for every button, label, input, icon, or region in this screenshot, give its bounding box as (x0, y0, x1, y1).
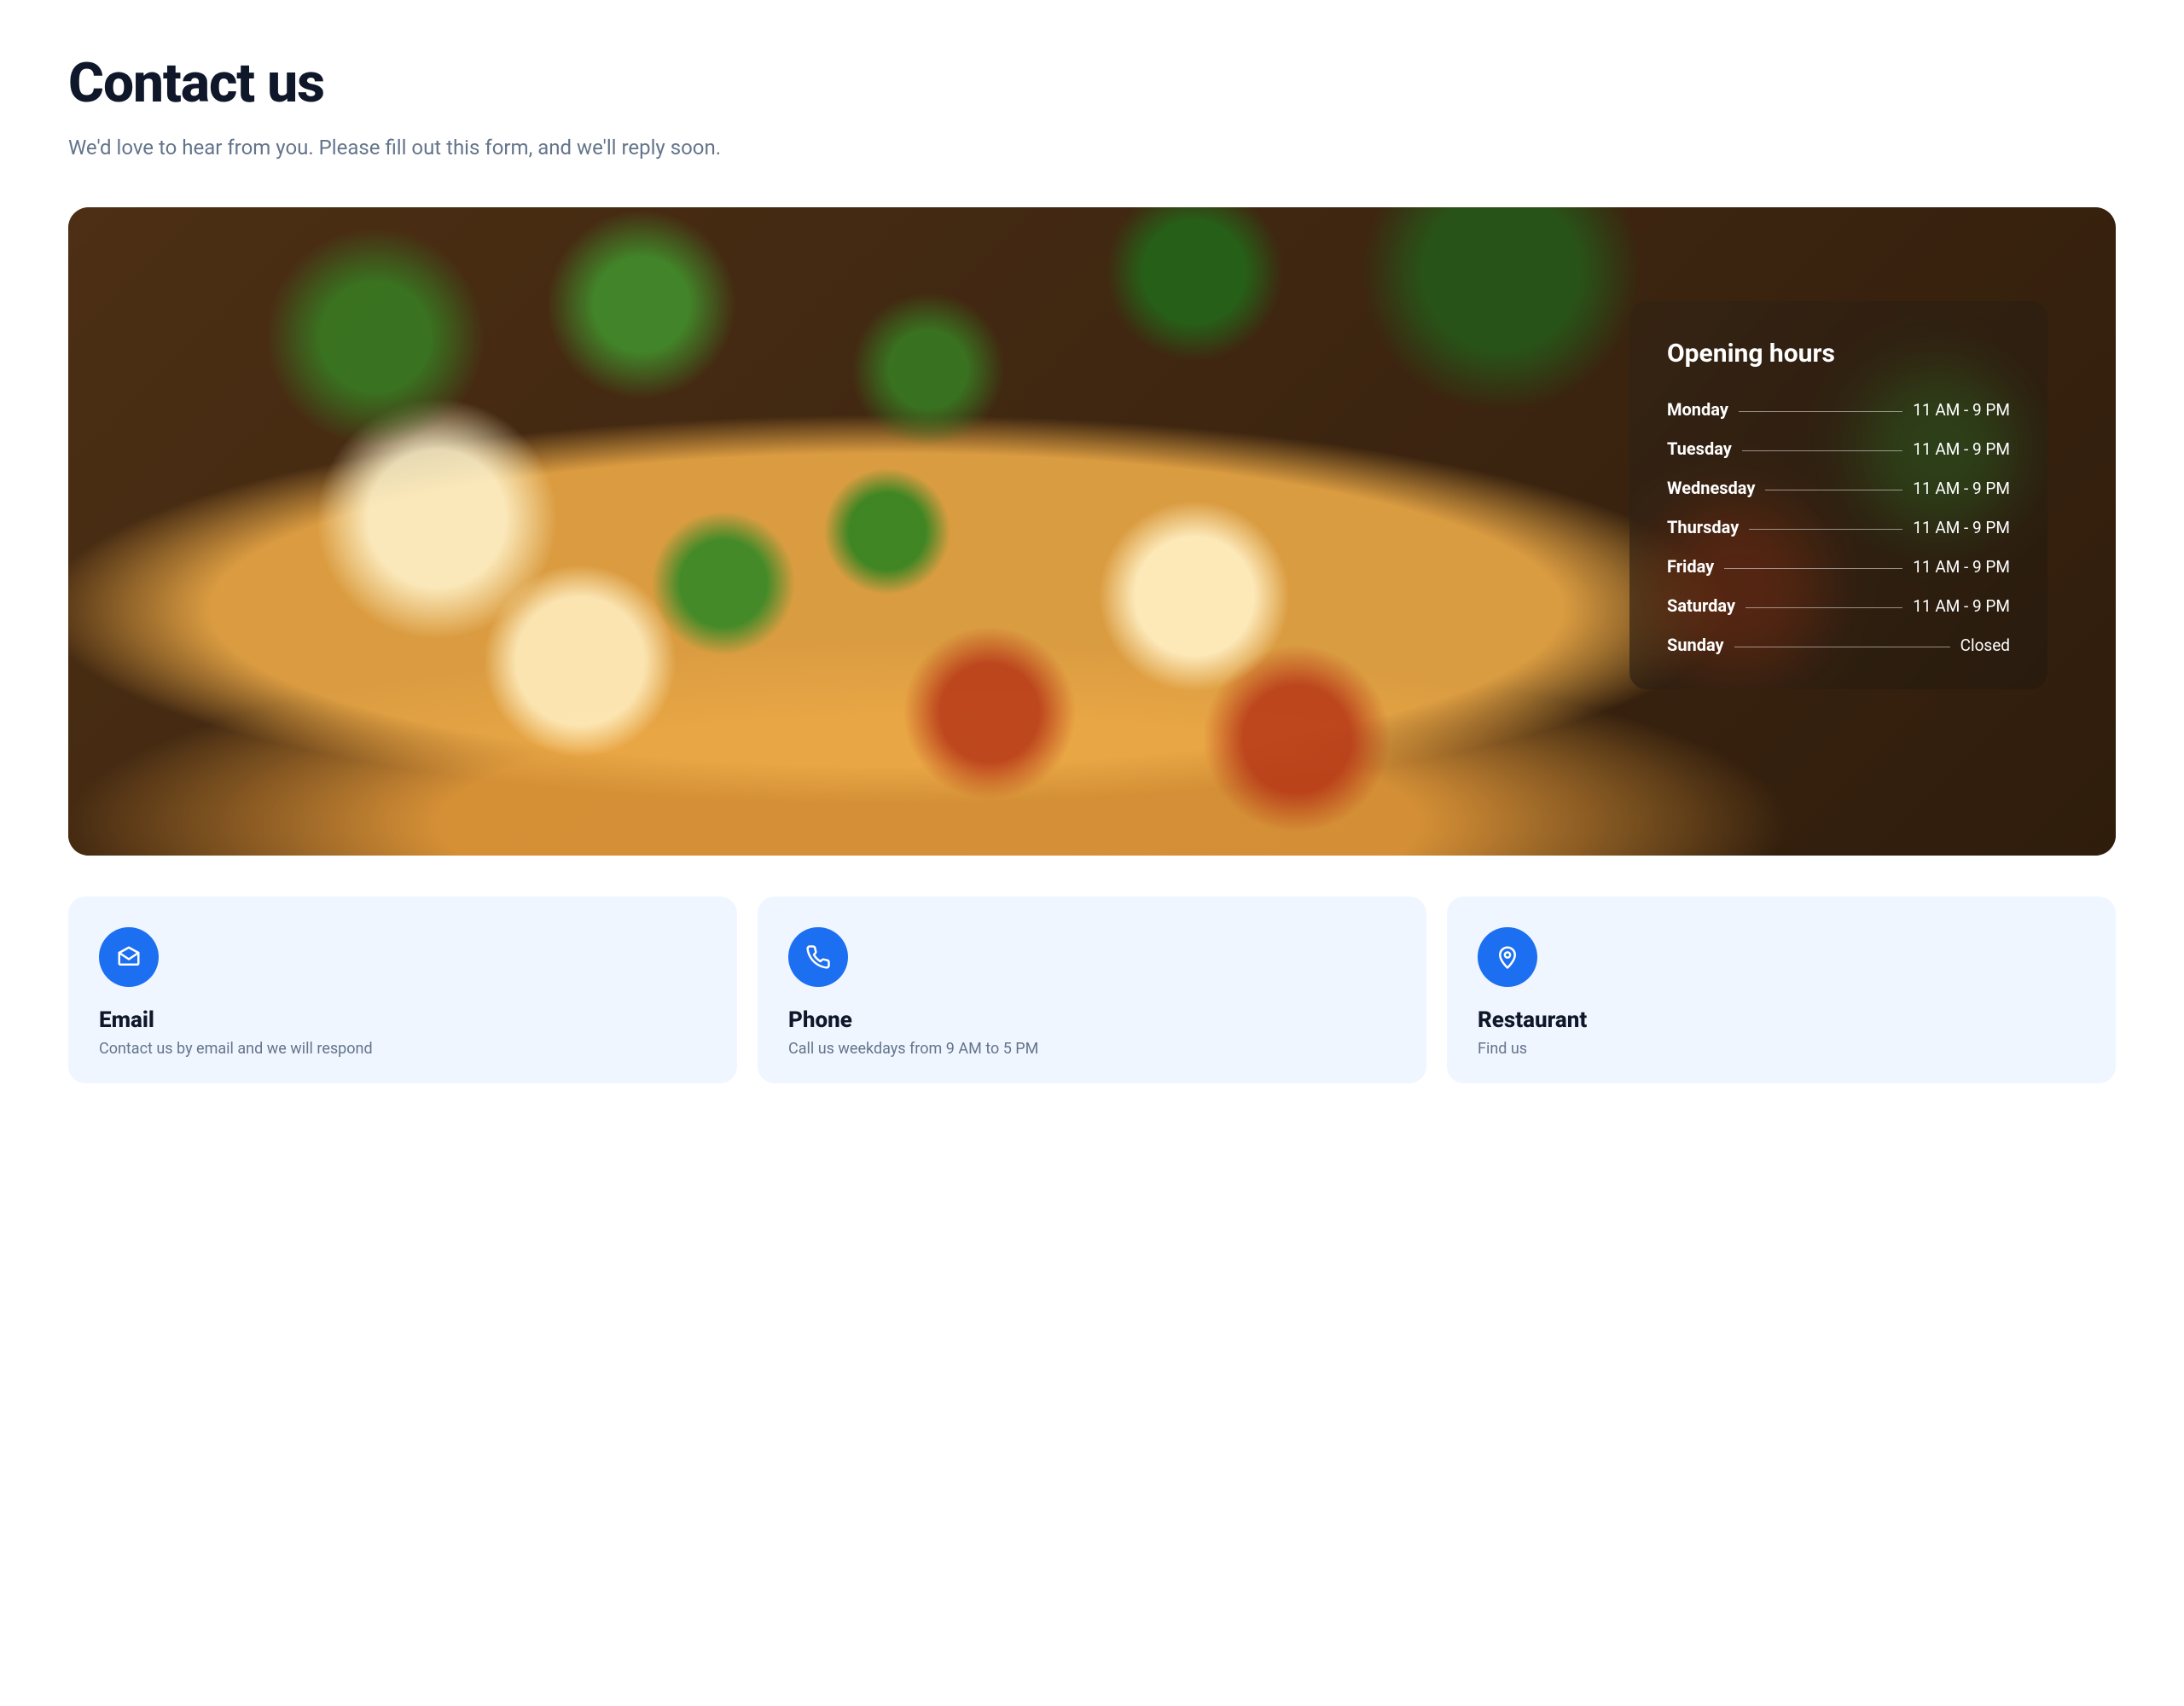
hours-day: Saturday (1667, 595, 1735, 616)
hours-row: Tuesday 11 AM - 9 PM (1667, 438, 2010, 459)
hours-time: 11 AM - 9 PM (1913, 479, 2010, 498)
hours-day: Thursday (1667, 517, 1739, 537)
contact-cards-row: Email Contact us by email and we will re… (68, 897, 2116, 1083)
contact-card-email[interactable]: Email Contact us by email and we will re… (68, 897, 737, 1083)
contact-card-title: Restaurant (1478, 1007, 2085, 1033)
hours-time: 11 AM - 9 PM (1913, 518, 2010, 537)
contact-card-title: Email (99, 1007, 706, 1033)
hours-separator (1749, 529, 1902, 530)
phone-icon (788, 927, 848, 987)
hours-separator (1745, 607, 1902, 608)
opening-hours-card: Opening hours Monday 11 AM - 9 PM Tuesda… (1629, 301, 2048, 689)
contact-card-restaurant[interactable]: Restaurant Find us (1447, 897, 2116, 1083)
hours-day: Monday (1667, 399, 1728, 420)
page-subtitle: We'd love to hear from you. Please fill … (68, 136, 2116, 160)
hours-row: Wednesday 11 AM - 9 PM (1667, 478, 2010, 498)
hours-separator (1724, 568, 1902, 569)
pin-icon (1478, 927, 1537, 987)
hours-day: Sunday (1667, 635, 1724, 655)
contact-card-subtitle: Find us (1478, 1040, 2085, 1058)
hours-day: Wednesday (1667, 478, 1755, 498)
hours-separator (1739, 411, 1902, 412)
hours-row: Sunday Closed (1667, 635, 2010, 655)
page-title: Contact us (68, 51, 2116, 115)
contact-card-title: Phone (788, 1007, 1396, 1033)
hours-time: 11 AM - 9 PM (1913, 596, 2010, 616)
opening-hours-title: Opening hours (1667, 339, 2010, 368)
hours-separator (1742, 450, 1902, 451)
hours-time: 11 AM - 9 PM (1913, 400, 2010, 420)
hours-row: Friday 11 AM - 9 PM (1667, 556, 2010, 577)
contact-card-subtitle: Call us weekdays from 9 AM to 5 PM (788, 1040, 1396, 1058)
contact-card-subtitle: Contact us by email and we will respond (99, 1040, 706, 1058)
hours-row: Saturday 11 AM - 9 PM (1667, 595, 2010, 616)
hours-row: Thursday 11 AM - 9 PM (1667, 517, 2010, 537)
hours-time: 11 AM - 9 PM (1913, 557, 2010, 577)
opening-hours-list: Monday 11 AM - 9 PM Tuesday 11 AM - 9 PM… (1667, 399, 2010, 655)
hours-day: Friday (1667, 556, 1714, 577)
mail-icon (99, 927, 159, 987)
hours-time: Closed (1960, 635, 2010, 655)
hero-image: Opening hours Monday 11 AM - 9 PM Tuesda… (68, 207, 2116, 856)
contact-card-phone[interactable]: Phone Call us weekdays from 9 AM to 5 PM (758, 897, 1426, 1083)
hours-time: 11 AM - 9 PM (1913, 439, 2010, 459)
hours-row: Monday 11 AM - 9 PM (1667, 399, 2010, 420)
hours-day: Tuesday (1667, 438, 1732, 459)
